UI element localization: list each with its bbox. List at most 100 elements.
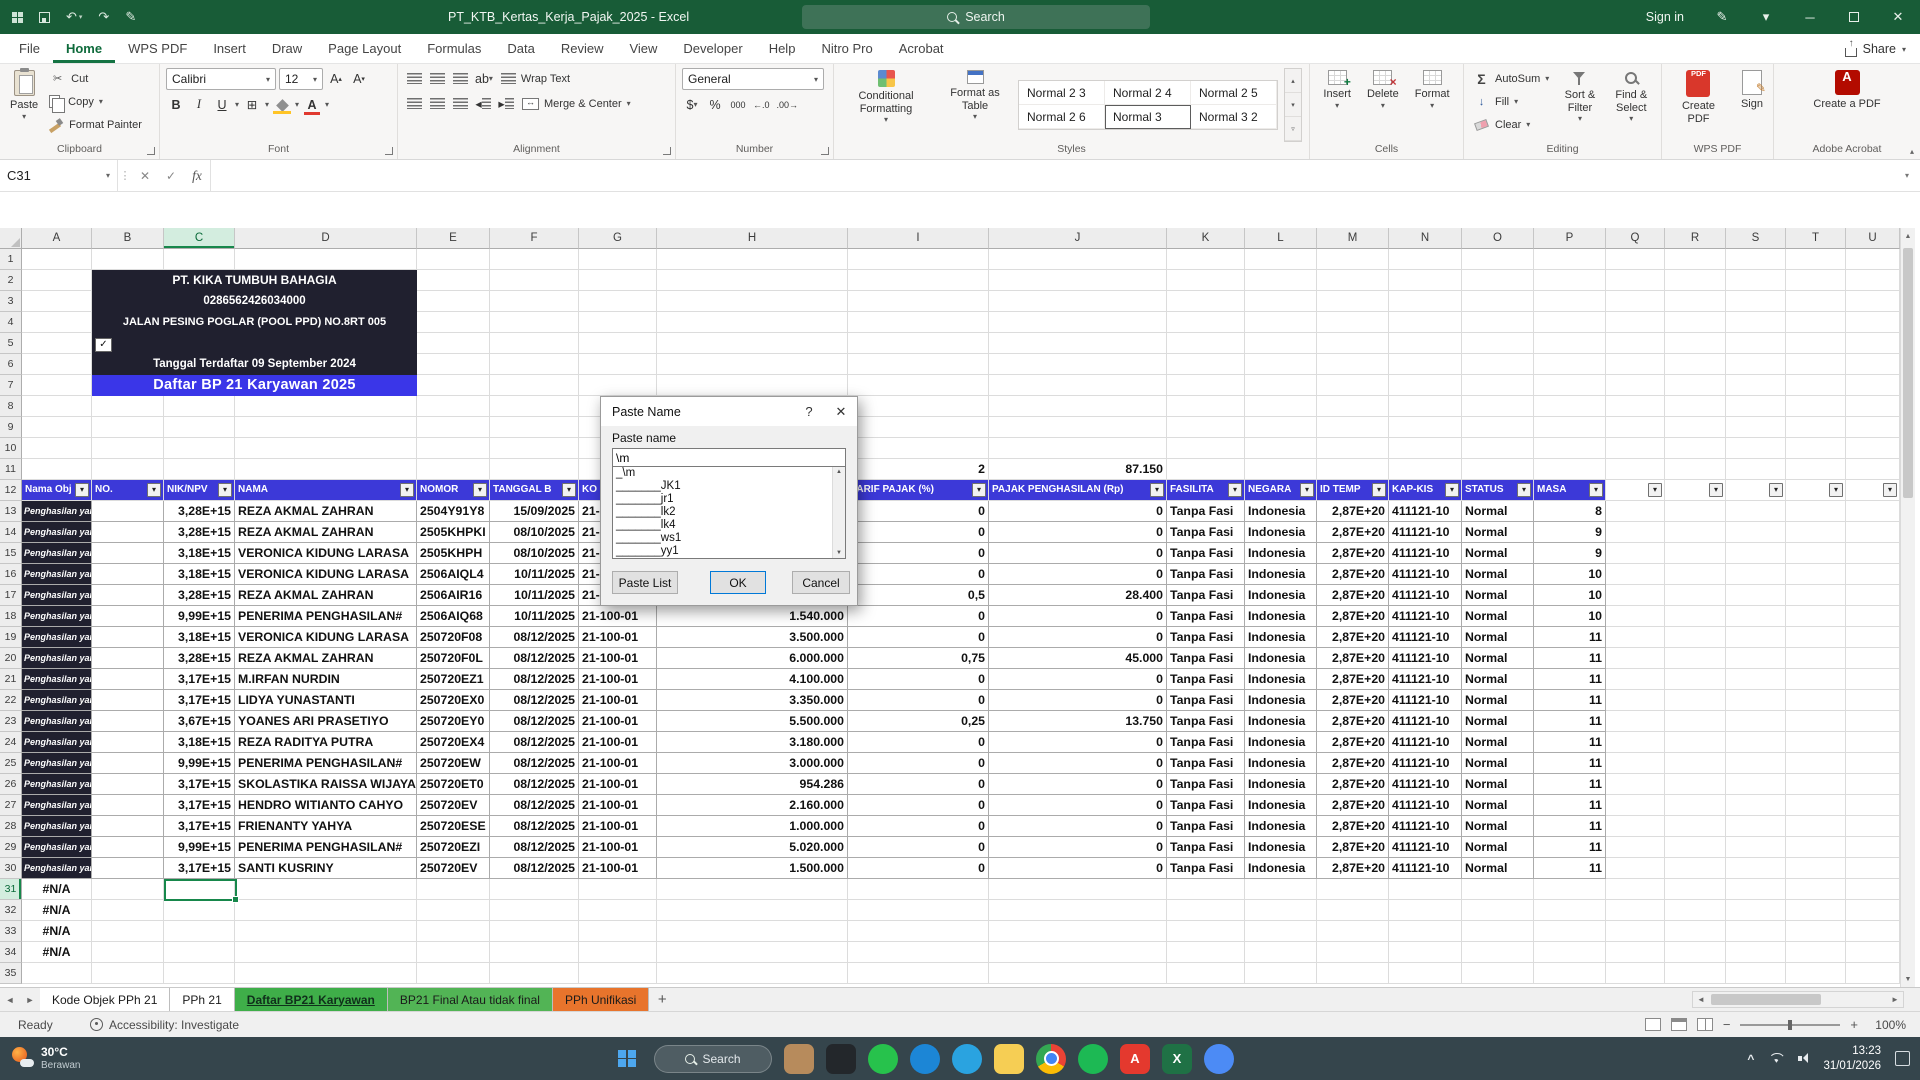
cell-u34[interactable] xyxy=(1846,942,1900,963)
cell-m22[interactable]: 2,87E+20 xyxy=(1317,690,1389,711)
cell-f8[interactable] xyxy=(490,396,579,417)
cell-b31[interactable] xyxy=(92,879,164,900)
cell-q24[interactable] xyxy=(1606,732,1665,753)
cell-h20[interactable]: 6.000.000 xyxy=(657,648,848,669)
cell-l26[interactable]: Indonesia xyxy=(1245,774,1317,795)
cell-g3[interactable] xyxy=(579,291,657,312)
cell-g30[interactable]: 21-100-01 xyxy=(579,858,657,879)
cell-style-normal-2-5[interactable]: Normal 2 5 xyxy=(1191,81,1277,105)
cell-l14[interactable]: Indonesia xyxy=(1245,522,1317,543)
cell-m31[interactable] xyxy=(1317,879,1389,900)
cell-u1[interactable] xyxy=(1846,249,1900,270)
cell-l4[interactable] xyxy=(1245,312,1317,333)
cell-n1[interactable] xyxy=(1389,249,1462,270)
column-header-b[interactable]: B xyxy=(92,228,164,249)
cell-j9[interactable] xyxy=(989,417,1167,438)
cell-e22[interactable]: 250720EX0 xyxy=(417,690,490,711)
ribbon-tab-view[interactable]: View xyxy=(616,34,670,63)
cell-m5[interactable] xyxy=(1317,333,1389,354)
cell-q1[interactable] xyxy=(1606,249,1665,270)
cell-j7[interactable] xyxy=(989,375,1167,396)
cell-e4[interactable] xyxy=(417,312,490,333)
cell-g31[interactable] xyxy=(579,879,657,900)
filter-button-q[interactable]: ▾ xyxy=(1648,483,1662,497)
cell-q8[interactable] xyxy=(1606,396,1665,417)
filter-button-l[interactable]: ▾ xyxy=(1300,483,1314,497)
name-box-dropdown-icon[interactable]: ▾ xyxy=(106,171,110,180)
zoom-level[interactable]: 100% xyxy=(1868,1018,1906,1032)
cell-s27[interactable] xyxy=(1726,795,1786,816)
cell-n29[interactable]: 411121-10 xyxy=(1389,837,1462,858)
cell-r25[interactable] xyxy=(1665,753,1726,774)
cell-l10[interactable] xyxy=(1245,438,1317,459)
cell-m16[interactable]: 2,87E+20 xyxy=(1317,564,1389,585)
filter-button-j[interactable]: ▾ xyxy=(1150,483,1164,497)
cell-f27[interactable]: 08/12/2025 xyxy=(490,795,579,816)
ribbon-tab-draw[interactable]: Draw xyxy=(259,34,315,63)
cell-q26[interactable] xyxy=(1606,774,1665,795)
vertical-scrollbar-thumb[interactable] xyxy=(1903,248,1913,498)
cell-l6[interactable] xyxy=(1245,354,1317,375)
cell-m4[interactable] xyxy=(1317,312,1389,333)
fill-button[interactable]: ↓Fill▾ xyxy=(1470,91,1552,112)
row-header-35[interactable]: 35 xyxy=(0,963,22,984)
cell-f7[interactable] xyxy=(490,375,579,396)
insert-cells-button[interactable]: + Insert▾ xyxy=(1319,68,1355,142)
column-header-c[interactable]: C xyxy=(164,228,235,249)
horizontal-scrollbar[interactable]: ◄ ► xyxy=(1692,991,1904,1008)
cell-q16[interactable] xyxy=(1606,564,1665,585)
cell-p30[interactable]: 11 xyxy=(1534,858,1606,879)
row-header-24[interactable]: 24 xyxy=(0,732,22,753)
header-cell-b12[interactable]: NO.▾ xyxy=(92,480,164,501)
sheet-tab-daftar-bp21-karyawan[interactable]: Daftar BP21 Karyawan xyxy=(235,988,388,1011)
row-header-27[interactable]: 27 xyxy=(0,795,22,816)
row-header-20[interactable]: 20 xyxy=(0,648,22,669)
cell-a1[interactable] xyxy=(22,249,92,270)
cell-h28[interactable]: 1.000.000 xyxy=(657,816,848,837)
cell-f34[interactable] xyxy=(490,942,579,963)
cell-i25[interactable]: 0 xyxy=(848,753,989,774)
cell-o10[interactable] xyxy=(1462,438,1534,459)
cell-n20[interactable]: 411121-10 xyxy=(1389,648,1462,669)
cell-h31[interactable] xyxy=(657,879,848,900)
cell-s19[interactable] xyxy=(1726,627,1786,648)
cell-r24[interactable] xyxy=(1665,732,1726,753)
cell-m19[interactable]: 2,87E+20 xyxy=(1317,627,1389,648)
cell-c14[interactable]: 3,28E+15 xyxy=(164,522,235,543)
cell-u25[interactable] xyxy=(1846,753,1900,774)
cell-k7[interactable] xyxy=(1167,375,1245,396)
cell-r4[interactable] xyxy=(1665,312,1726,333)
cell-m14[interactable]: 2,87E+20 xyxy=(1317,522,1389,543)
cell-c15[interactable]: 3,18E+15 xyxy=(164,543,235,564)
cell-b17[interactable] xyxy=(92,585,164,606)
column-header-l[interactable]: L xyxy=(1245,228,1317,249)
cell-k21[interactable]: Tanpa Fasi xyxy=(1167,669,1245,690)
cell-o11[interactable] xyxy=(1462,459,1534,480)
increase-decimal-button[interactable]: ←.0 xyxy=(751,94,772,115)
cell-c28[interactable]: 3,17E+15 xyxy=(164,816,235,837)
cell-f19[interactable]: 08/12/2025 xyxy=(490,627,579,648)
column-header-r[interactable]: R xyxy=(1665,228,1726,249)
cell-g33[interactable] xyxy=(579,921,657,942)
format-painter-button[interactable]: Format Painter xyxy=(46,114,145,135)
cell-f14[interactable]: 08/10/2025 xyxy=(490,522,579,543)
cell-m3[interactable] xyxy=(1317,291,1389,312)
filter-button-d[interactable]: ▾ xyxy=(400,483,414,497)
cell-n33[interactable] xyxy=(1389,921,1462,942)
cell-h21[interactable]: 4.100.000 xyxy=(657,669,848,690)
cell-c26[interactable]: 3,17E+15 xyxy=(164,774,235,795)
cell-l8[interactable] xyxy=(1245,396,1317,417)
cell-o15[interactable]: Normal xyxy=(1462,543,1534,564)
cell-u11[interactable] xyxy=(1846,459,1900,480)
cell-s8[interactable] xyxy=(1726,396,1786,417)
cell-t27[interactable] xyxy=(1786,795,1846,816)
cell-m24[interactable]: 2,87E+20 xyxy=(1317,732,1389,753)
cell-n19[interactable]: 411121-10 xyxy=(1389,627,1462,648)
cell-d23[interactable]: YOANES ARI PRASETIYO xyxy=(235,711,417,732)
align-left-button[interactable] xyxy=(404,93,424,114)
cell-style-normal-2-4[interactable]: Normal 2 4 xyxy=(1105,81,1191,105)
cell-u8[interactable] xyxy=(1846,396,1900,417)
cell-s11[interactable] xyxy=(1726,459,1786,480)
cell-i1[interactable] xyxy=(848,249,989,270)
cancel-button[interactable]: Cancel xyxy=(792,571,850,594)
